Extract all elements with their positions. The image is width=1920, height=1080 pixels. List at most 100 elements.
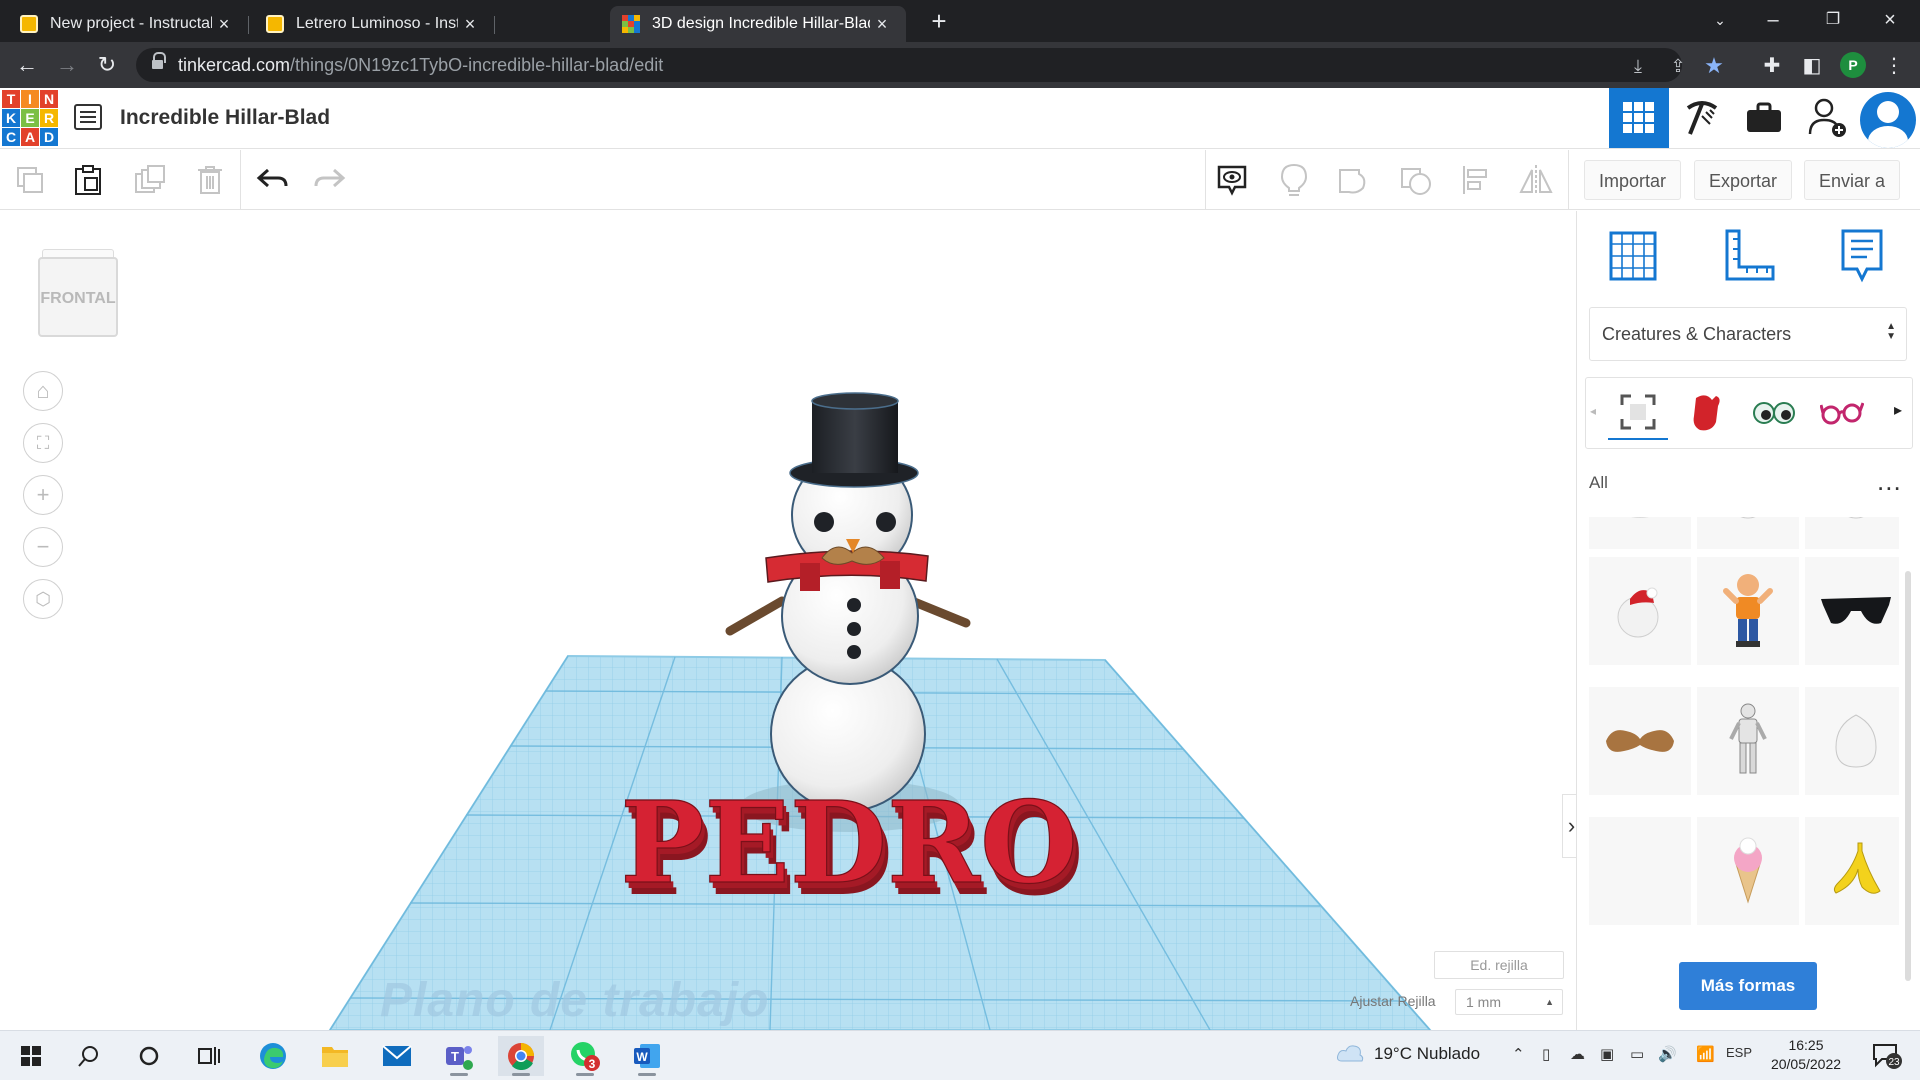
mittens-category[interactable] — [1676, 386, 1736, 440]
windows-start-icon[interactable] — [8, 1036, 54, 1076]
shape-tile[interactable] — [1589, 687, 1691, 795]
system-clock[interactable]: 16:25 20/05/2022 — [1766, 1036, 1846, 1074]
tinkercad-logo[interactable]: T I N K E R C A D — [2, 90, 58, 146]
file-explorer-icon[interactable] — [312, 1036, 358, 1076]
word-icon[interactable]: W — [624, 1036, 670, 1076]
search-icon[interactable] — [66, 1036, 112, 1076]
teams-icon[interactable]: T — [436, 1036, 482, 1076]
eyes-category[interactable] — [1744, 386, 1804, 440]
workplane-tool-icon[interactable] — [1603, 227, 1663, 287]
perspective-cube-icon[interactable]: ⬡ — [23, 579, 63, 619]
shape-tile[interactable] — [1697, 817, 1799, 925]
snap-grid-select[interactable]: 1 mm — [1455, 989, 1563, 1015]
show-hidden-icons-chevron-icon[interactable]: ⌃ — [1512, 1045, 1525, 1063]
zoom-in-icon[interactable]: + — [23, 475, 63, 515]
restore-icon[interactable]: ❐ — [1805, 0, 1861, 40]
cloudy-weather-icon[interactable] — [1336, 1043, 1364, 1065]
onedrive-cloud-icon[interactable]: ☁ — [1570, 1045, 1585, 1063]
profile-avatar[interactable]: P — [1840, 52, 1866, 78]
scroll-right-arrow-icon[interactable]: ▸ — [1894, 400, 1902, 420]
tab-search-chevron-icon[interactable]: ⌄ — [1692, 0, 1748, 40]
undo-icon[interactable] — [250, 158, 294, 202]
forward-arrow-icon[interactable]: → — [52, 50, 82, 80]
trash-icon[interactable] — [188, 158, 232, 202]
paste-icon[interactable] — [66, 158, 110, 202]
3d-design-view-button[interactable] — [1609, 88, 1669, 148]
whatsapp-icon[interactable]: 3 — [562, 1036, 608, 1076]
lightbulb-icon[interactable] — [1272, 158, 1316, 202]
more-options-icon[interactable]: ... — [1877, 468, 1902, 494]
shape-tile[interactable] — [1697, 557, 1799, 665]
edit-grid-button[interactable]: Ed. rejilla — [1434, 951, 1564, 979]
close-tab-icon[interactable]: × — [870, 14, 894, 35]
scroll-left-arrow-icon[interactable]: ◂ — [1590, 404, 1596, 418]
notes-tool-icon[interactable] — [1833, 227, 1893, 287]
wifi-icon[interactable]: 📶 — [1696, 1045, 1715, 1063]
duplicate-icon[interactable] — [128, 158, 172, 202]
import-button[interactable]: Importar — [1584, 160, 1682, 200]
design-list-icon[interactable] — [74, 104, 102, 130]
send-to-button[interactable]: Enviar a — [1804, 160, 1901, 200]
notification-center-icon[interactable]: 23 — [1872, 1043, 1902, 1069]
group-icon[interactable] — [1332, 158, 1376, 202]
ruler-tool-icon[interactable] — [1719, 227, 1779, 287]
design-title[interactable]: Incredible Hillar-Blad — [120, 106, 330, 130]
share-icon[interactable]: ⇪ — [1666, 54, 1690, 78]
align-icon[interactable] — [1454, 158, 1498, 202]
cortana-icon[interactable] — [126, 1036, 172, 1076]
collapse-panel-chevron-icon[interactable]: › — [1562, 794, 1576, 858]
fit-view-icon[interactable]: ⛶ — [23, 423, 63, 463]
shape-tile[interactable] — [1805, 557, 1899, 665]
chrome-icon[interactable] — [498, 1036, 544, 1076]
close-tab-icon[interactable]: × — [212, 14, 236, 35]
browser-menu-icon[interactable]: ⋮ — [1882, 54, 1906, 78]
battery-icon[interactable]: ▭ — [1630, 1045, 1644, 1063]
close-tab-icon[interactable]: × — [458, 14, 482, 35]
address-bar[interactable]: tinkercad.com/things/0N19zc1TybO-incredi… — [136, 48, 1724, 82]
ungroup-icon[interactable] — [1394, 158, 1438, 202]
volume-icon[interactable]: 🔊 — [1658, 1045, 1677, 1063]
shape-category-select[interactable]: Creatures & Characters ▲ ▼ — [1589, 307, 1907, 361]
browser-tab-tinkercad[interactable]: 3D design Incredible Hillar-Blad | × — [610, 6, 906, 42]
shape-tile[interactable] — [1697, 517, 1799, 549]
shape-tile[interactable] — [1697, 687, 1799, 795]
blocks-view-button[interactable] — [1672, 88, 1732, 148]
view-cube[interactable]: FRONTAL — [38, 249, 120, 339]
export-button[interactable]: Exportar — [1694, 160, 1793, 200]
shape-tile[interactable] — [1589, 557, 1691, 665]
shape-tile[interactable] — [1589, 517, 1691, 549]
close-window-icon[interactable]: × — [1862, 0, 1918, 40]
extensions-puzzle-icon[interactable]: ✚ — [1760, 54, 1784, 78]
side-panel-icon[interactable]: ◧ — [1800, 54, 1824, 78]
lock-icon[interactable] — [152, 52, 166, 71]
shapes-scrollbar[interactable] — [1905, 571, 1911, 981]
meet-now-icon[interactable]: ▣ — [1600, 1045, 1614, 1063]
redo-icon[interactable] — [308, 158, 352, 202]
workplane-viewport[interactable]: PEDRO PEDRO PEDRO FRONTAL ⌂ ⛶ + − ⬡ Plan… — [0, 211, 1576, 1030]
shape-tile[interactable] — [1805, 517, 1899, 549]
projects-view-button[interactable] — [1734, 88, 1794, 148]
edge-browser-icon[interactable] — [250, 1036, 296, 1076]
url-text[interactable]: tinkercad.com/things/0N19zc1TybO-incredi… — [178, 55, 663, 76]
task-view-icon[interactable] — [186, 1036, 232, 1076]
mirror-icon[interactable] — [1514, 158, 1558, 202]
view-cube-front[interactable]: FRONTAL — [38, 257, 118, 337]
notes-eye-icon[interactable] — [1210, 158, 1254, 202]
minimize-icon[interactable]: – — [1745, 0, 1801, 40]
install-app-icon[interactable]: ⤓ — [1626, 54, 1650, 78]
bookmark-star-icon[interactable]: ★ — [1702, 54, 1726, 78]
shape-tile[interactable] — [1589, 817, 1691, 925]
user-avatar[interactable] — [1860, 92, 1916, 148]
back-arrow-icon[interactable]: ← — [12, 50, 42, 80]
browser-tab-letrero[interactable]: Letrero Luminoso - Instructables × — [254, 6, 495, 42]
language-indicator[interactable]: ESP — [1726, 1045, 1752, 1060]
copy-icon[interactable] — [8, 158, 52, 202]
shape-tile[interactable] — [1805, 817, 1899, 925]
new-tab-button[interactable]: + — [924, 6, 954, 36]
browser-tab-new-project[interactable]: New project - Instructables × — [8, 6, 249, 42]
glasses-category[interactable] — [1812, 386, 1872, 440]
weather-text[interactable]: 19°C Nublado — [1374, 1044, 1480, 1064]
reload-icon[interactable]: ↻ — [92, 50, 122, 80]
zoom-out-icon[interactable]: − — [23, 527, 63, 567]
home-view-icon[interactable]: ⌂ — [23, 371, 63, 411]
